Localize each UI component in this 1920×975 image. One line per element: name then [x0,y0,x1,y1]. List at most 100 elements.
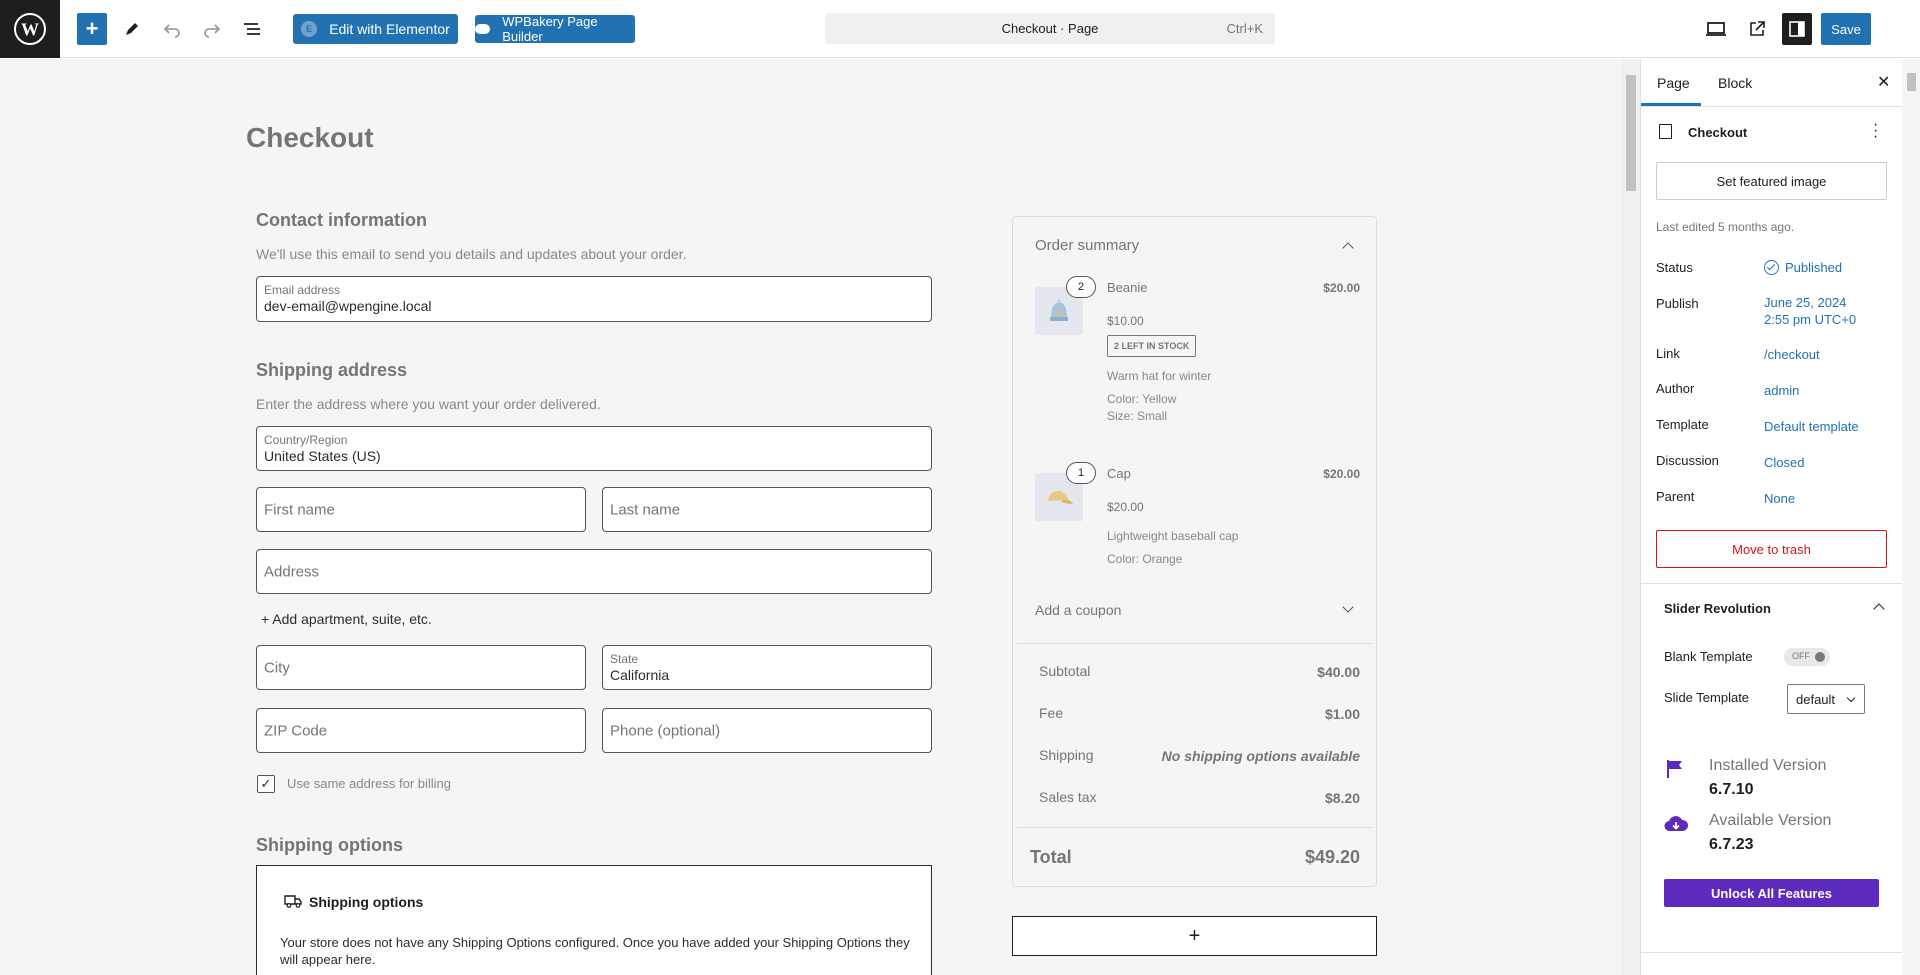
preview-button[interactable] [1701,13,1731,45]
chevron-down-icon[interactable] [1342,601,1354,613]
shipping-label: Shipping [1039,747,1094,763]
status-value[interactable]: Published [1764,259,1842,276]
template-value[interactable]: Default template [1764,418,1859,435]
panel-separator [1641,952,1903,953]
edit-with-elementor-button[interactable]: E Edit with Elementor [293,14,458,44]
command-palette-bar[interactable]: Checkout · Page Ctrl+K [825,13,1275,44]
chevron-down-icon [1846,693,1856,703]
total-value: $49.20 [1304,847,1360,867]
order-summary-heading[interactable]: Order summary [1035,237,1139,254]
tab-block[interactable]: Block [1718,75,1752,91]
slider-revolution-panel-title[interactable]: Slider Revolution [1664,601,1771,616]
shipping-address-heading: Shipping address [256,360,408,380]
shipping-address-description: Enter the address where you want your or… [256,396,601,412]
redo-icon [204,24,221,38]
address-field[interactable]: Address [256,549,932,594]
total-label: Total [1030,847,1072,867]
canvas-scrollbar[interactable] [1622,59,1640,975]
external-link-icon [1750,21,1765,36]
city-field[interactable]: City [256,645,586,690]
country-value: United States (US) [264,448,381,464]
contact-description: We'll use this email to send you details… [256,246,687,262]
canvas-scrollbar-thumb[interactable] [1626,75,1636,191]
wpbakery-button-label: WPBakery Page Builder [502,14,598,44]
toggle-knob [1815,652,1825,662]
blank-template-label: Blank Template [1664,649,1753,664]
sidebar-scrollbar-thumb[interactable] [1907,73,1916,91]
shortcut-hint: Ctrl+K [1226,21,1263,36]
template-label: Template [1656,417,1709,432]
slide-template-select[interactable]: default [1787,684,1865,714]
available-version-label: Available Version [1709,812,1832,829]
state-value: California [610,667,670,683]
add-apartment-link[interactable]: + Add apartment, suite, etc. [261,611,432,627]
first-name-field[interactable]: First name [256,487,586,532]
elementor-button-label: Edit with Elementor [329,21,450,37]
phone-field[interactable]: Phone (optional) [602,708,932,753]
add-coupon-toggle[interactable]: Add a coupon [1035,602,1121,618]
plus-icon: + [85,16,99,41]
state-select[interactable]: State California [602,645,932,690]
undo-button[interactable] [157,13,187,45]
desktop-icon [1706,22,1726,36]
parent-value[interactable]: None [1764,490,1795,507]
blank-template-toggle[interactable]: OFF [1784,648,1830,666]
contact-heading: Contact information [256,210,427,230]
installed-version-value: 6.7.10 [1709,781,1754,798]
wpbakery-button[interactable]: WPBakery Page Builder [475,14,635,44]
last-name-field[interactable]: Last name [602,487,932,532]
editor-toolbar: W + E Edit with Elementor WPBakery Page … [0,0,1920,58]
save-button[interactable]: Save [1821,13,1871,45]
email-field[interactable]: Email address dev-email@wpengine.local [256,276,932,322]
address-placeholder: Address [264,563,320,580]
more-options-icon[interactable]: · · · [1873,117,1878,145]
shipping-value: No shipping options available [1161,748,1360,764]
sales-tax-label: Sales tax [1039,789,1097,805]
author-value[interactable]: admin [1764,382,1799,399]
available-version-value: 6.7.23 [1709,836,1754,853]
zip-code-field[interactable]: ZIP Code [256,708,586,753]
document-overview-button[interactable] [237,13,267,45]
parent-label: Parent [1656,489,1695,504]
tab-page[interactable]: Page [1657,75,1690,91]
country-label: Country/Region [264,433,348,447]
wordpress-logo-button[interactable]: W [0,0,60,58]
chevron-up-icon[interactable] [1873,603,1885,615]
set-featured-image-button[interactable]: Set featured image [1656,162,1887,200]
settings-sidebar: Page Block ✕ Checkout · · · Set featured i… [1640,59,1903,975]
email-field-value: dev-email@wpengine.local [264,298,432,314]
item-attribute: Color: Yellow [1107,392,1177,406]
link-value[interactable]: /checkout [1764,346,1820,363]
unlock-all-features-button[interactable]: Unlock All Features [1664,879,1879,907]
item-attribute: Size: Small [1107,409,1168,423]
discussion-value[interactable]: Closed [1764,454,1804,471]
publish-time[interactable]: 2:55 pm UTC+0 [1764,311,1856,328]
item-quantity-badge: 1 [1066,462,1096,484]
status-text: Published [1785,260,1843,275]
item-unit-price: $10.00 [1107,314,1144,328]
sidebar-scrollbar[interactable] [1902,59,1920,975]
settings-sidebar-toggle[interactable] [1782,13,1812,45]
cloud-download-icon [1664,816,1688,832]
billing-checkbox[interactable]: ✓ [257,775,275,793]
publish-date[interactable]: June 25, 2024 [1764,294,1846,311]
phone-placeholder: Phone (optional) [610,722,721,739]
view-page-button[interactable] [1742,13,1772,45]
chevron-up-icon[interactable] [1342,242,1354,254]
tools-button[interactable] [117,13,147,45]
toggle-off-text: OFF [1792,651,1810,661]
move-to-trash-button[interactable]: Move to trash [1656,530,1887,568]
block-inserter-button[interactable]: + [77,13,107,45]
zip-code-placeholder: ZIP Code [264,722,328,739]
divider [1017,643,1372,644]
page-title[interactable]: Checkout [246,122,374,154]
status-label: Status [1656,260,1693,275]
country-select[interactable]: Country/Region United States (US) [256,426,932,471]
close-icon[interactable]: ✕ [1877,72,1890,92]
add-block-button[interactable]: + [1012,916,1377,956]
item-description: Warm hat for winter [1107,369,1212,383]
undo-icon [163,24,180,38]
stock-badge: 2 LEFT IN STOCK [1107,335,1197,357]
subtotal-value: $40.00 [1317,664,1360,680]
redo-button[interactable] [197,13,227,45]
